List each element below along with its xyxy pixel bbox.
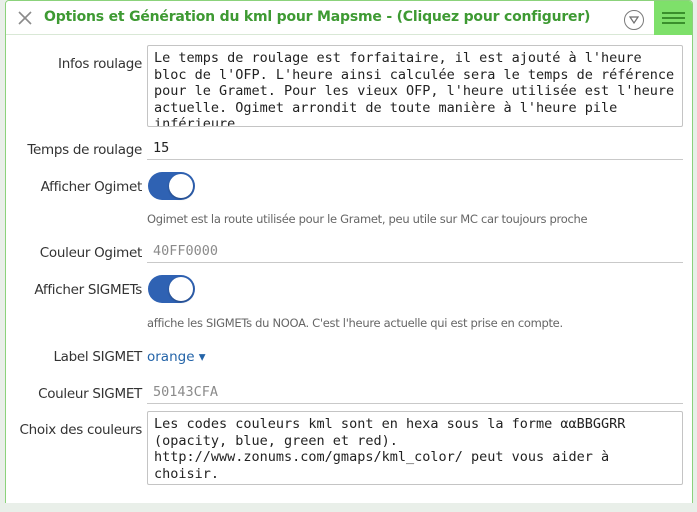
toggle-knob [169,277,193,301]
toggle-knob [169,174,193,198]
couleur-ogimet-input[interactable]: 40FF0000 [147,241,683,263]
afficher-ogimet-help: Ogimet est la route utilisée pour le Gra… [147,212,588,226]
label-sigmet-select[interactable]: orange ▾ [147,349,206,365]
afficher-sigmets-help: affiche les SIGMETs du NOOA. C'est l'heu… [147,316,563,330]
panel-title[interactable]: Options et Génération du kml pour Mapsme… [44,9,590,25]
close-icon[interactable] [17,10,33,26]
afficher-sigmets-label: Afficher SIGMETs [34,282,142,298]
chevron-down-icon[interactable] [624,10,644,30]
panel-header[interactable]: Options et Génération du kml pour Mapsme… [6,1,692,35]
hamburger-menu-icon[interactable] [654,1,692,35]
choix-couleurs-textarea[interactable]: Les codes couleurs kml sont en hexa sous… [147,411,683,485]
afficher-ogimet-label: Afficher Ogimet [40,179,143,195]
infos-roulage-textarea[interactable]: Le temps de roulage est forfaitaire, il … [147,45,683,127]
couleur-sigmet-label: Couleur SIGMET [38,386,142,402]
infos-roulage-label: Infos roulage [58,56,142,72]
afficher-ogimet-toggle[interactable] [148,172,195,200]
label-sigmet-label: Label SIGMET [53,349,142,365]
options-panel: Options et Génération du kml pour Mapsme… [5,0,693,512]
couleur-sigmet-input[interactable]: 50143CFA [147,382,683,404]
afficher-sigmets-toggle[interactable] [148,275,195,303]
temps-roulage-label: Temps de roulage [27,142,142,158]
choix-couleurs-label: Choix des couleurs [19,422,142,438]
couleur-ogimet-label: Couleur Ogimet [39,245,143,261]
temps-roulage-input[interactable]: 15 [147,138,683,160]
bottom-strip [0,503,697,512]
